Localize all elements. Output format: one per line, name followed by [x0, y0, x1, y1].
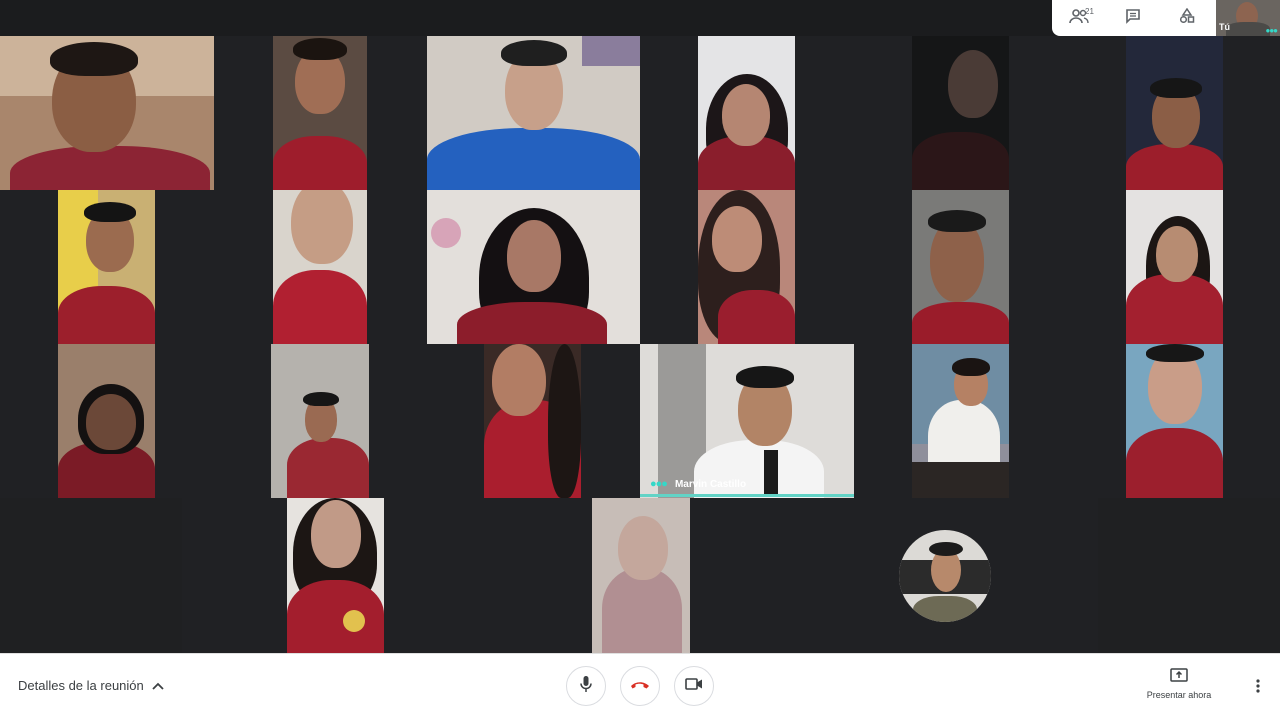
meeting-details-label: Detalles de la reunión — [18, 678, 144, 693]
self-audio-indicator-icon: ●●● — [1265, 26, 1278, 35]
speaker-name-overlay: ●●● Marvin Castillo — [640, 474, 854, 494]
active-speaker-highlight — [640, 494, 854, 497]
self-view-tile[interactable]: Tú ●●● — [1216, 0, 1280, 36]
participant-tile[interactable] — [698, 36, 795, 190]
participant-tile[interactable] — [273, 190, 367, 344]
participant-tile[interactable] — [484, 344, 581, 498]
participant-tile[interactable] — [427, 36, 640, 190]
phone-hangup-icon — [630, 677, 650, 695]
participant-tile[interactable] — [698, 190, 795, 344]
empty-tile — [1098, 498, 1280, 653]
participant-tile[interactable] — [287, 498, 384, 653]
participant-tile[interactable] — [58, 344, 155, 498]
bottom-toolbar: Detalles de la reunión Presentar ahora — [0, 653, 1280, 719]
chevron-up-icon — [152, 678, 164, 693]
present-screen-icon — [1170, 668, 1188, 686]
speaker-name: Marvin Castillo — [674, 478, 747, 490]
videocam-icon — [685, 677, 703, 695]
microphone-icon — [579, 675, 593, 698]
top-right-panel: 21 Tú ●●● — [1052, 0, 1280, 36]
speaking-indicator-icon: ●●● — [650, 478, 668, 490]
participant-tile[interactable] — [427, 190, 640, 344]
participant-avatar[interactable] — [899, 530, 991, 622]
more-options-button[interactable] — [1248, 676, 1268, 700]
camera-button[interactable] — [674, 666, 714, 706]
present-now-label: Presentar ahora — [1146, 690, 1212, 700]
leave-call-button[interactable] — [620, 666, 660, 706]
microphone-button[interactable] — [566, 666, 606, 706]
meeting-details-button[interactable]: Detalles de la reunión — [18, 678, 164, 693]
empty-tile — [0, 498, 182, 653]
participant-tile[interactable] — [1126, 344, 1223, 498]
chat-icon — [1125, 8, 1141, 29]
present-now-button[interactable]: Presentar ahora — [1137, 668, 1221, 700]
more-vert-icon — [1256, 678, 1260, 698]
participant-tile[interactable] — [912, 190, 1009, 344]
participant-tile[interactable] — [912, 344, 1009, 498]
participants-count: 21 — [1085, 7, 1094, 16]
activities-button[interactable] — [1160, 0, 1214, 36]
participant-tile[interactable] — [1126, 190, 1223, 344]
participants-button[interactable]: 21 — [1052, 0, 1106, 36]
participant-tile[interactable] — [592, 498, 690, 653]
chat-button[interactable] — [1106, 0, 1160, 36]
participant-tile[interactable] — [1126, 36, 1223, 190]
participant-tile[interactable] — [0, 36, 214, 190]
participant-tile[interactable] — [271, 344, 369, 498]
shapes-icon — [1179, 7, 1195, 29]
participant-tile[interactable] — [912, 36, 1009, 190]
self-label: Tú — [1219, 22, 1230, 32]
participant-tile[interactable] — [58, 190, 155, 344]
participant-tile[interactable] — [273, 36, 367, 190]
video-grid: ●●● Marvin Castillo — [0, 0, 1280, 653]
